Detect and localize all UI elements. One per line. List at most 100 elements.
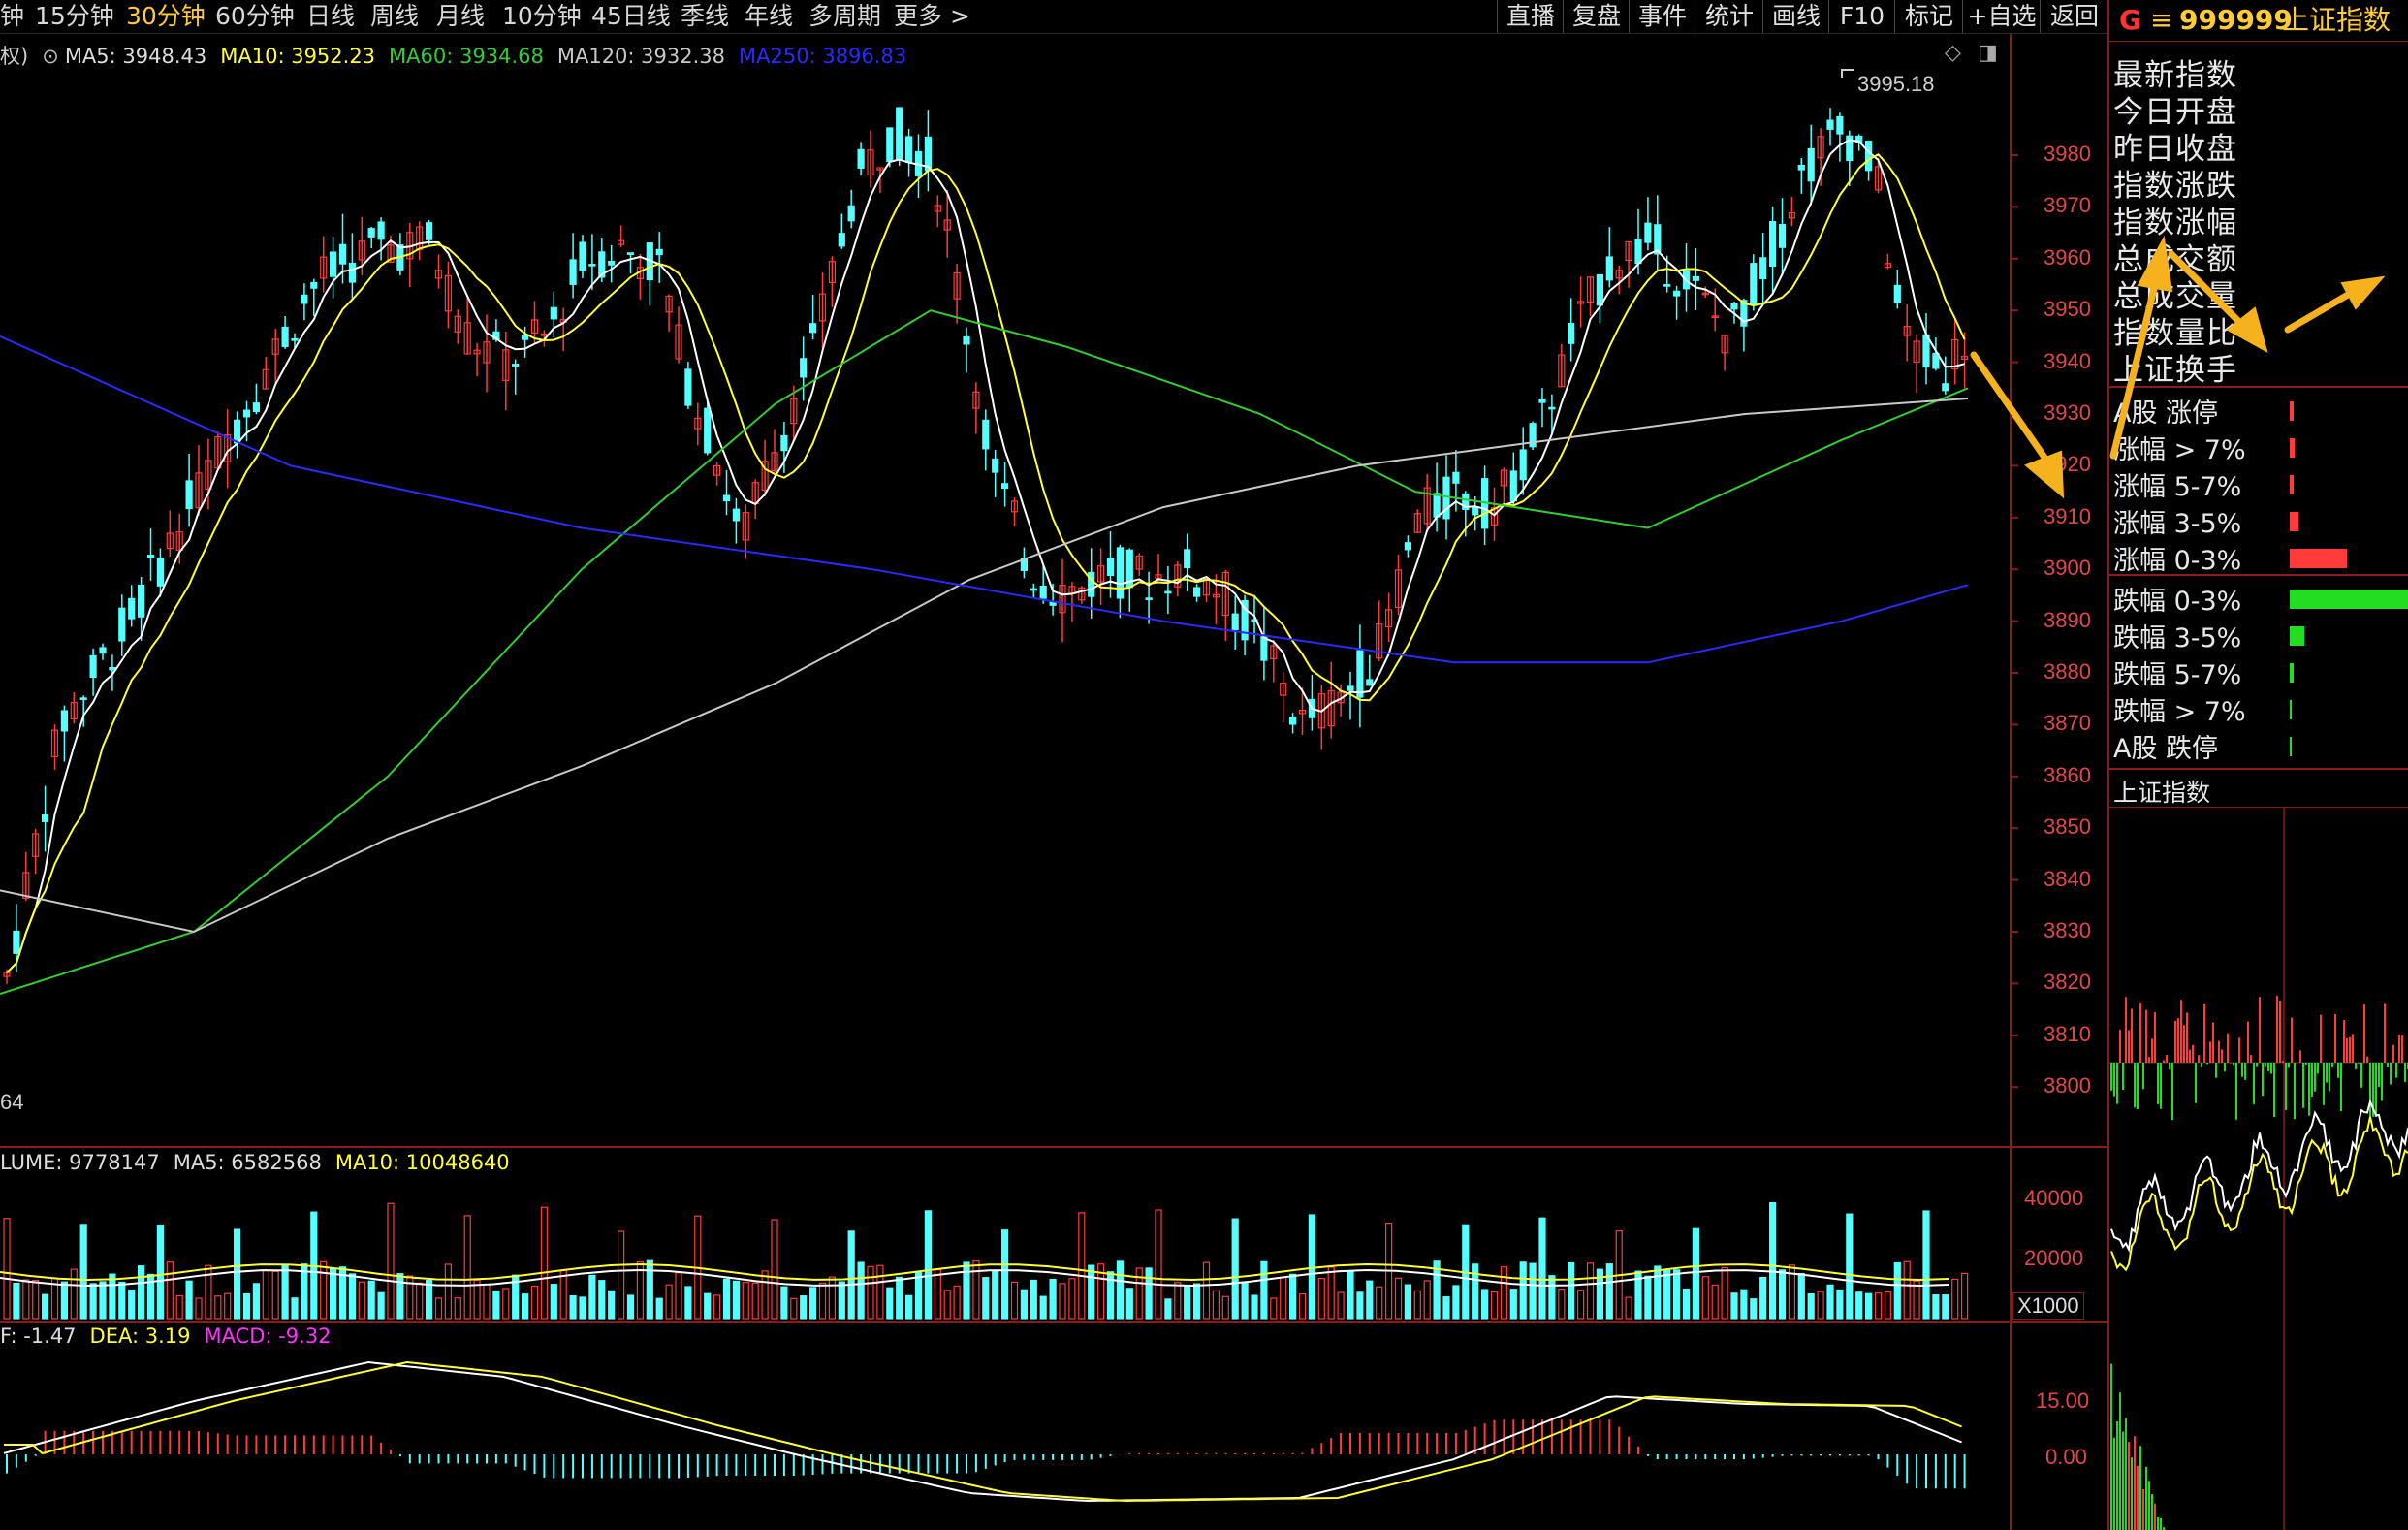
intraday-mini-chart[interactable]: [2109, 807, 2408, 1530]
volume-bar: [1654, 1265, 1662, 1320]
toolbar-button-4[interactable]: 画线: [1762, 0, 1829, 33]
volume-bar: [742, 1282, 749, 1320]
price-tick-label: 3810: [2044, 1021, 2091, 1046]
macd-legend: F: -1.47 DEA: 3.19 MACD: -9.32: [0, 1324, 345, 1348]
period-tab-12[interactable]: 更多 >: [894, 0, 970, 33]
volume-bar: [224, 1292, 232, 1320]
volume-bar: [704, 1292, 712, 1320]
volume-bar: [348, 1273, 356, 1320]
volume-bar: [1174, 1282, 1182, 1320]
period-tab-5[interactable]: 周线: [370, 0, 419, 33]
period-tab-8[interactable]: 45日线: [591, 0, 671, 33]
settings-icon[interactable]: ⊙: [42, 45, 59, 68]
toolbar-button-3[interactable]: 统计: [1695, 0, 1763, 33]
volume-bar: [118, 1281, 126, 1320]
volume-bar: [1932, 1294, 1940, 1320]
kline-chart[interactable]: [0, 0, 2107, 1530]
moving-average-lines: [0, 139, 1969, 996]
high-price-label: 3995.18: [1857, 72, 1935, 96]
legend-ma10: MA10: 3952.23: [220, 45, 376, 68]
high-marker: [1841, 69, 1854, 78]
volume-bar: [617, 1230, 625, 1320]
period-tab-0[interactable]: 钟: [0, 0, 24, 33]
panel-toggle-icon[interactable]: ◨: [1978, 41, 1998, 65]
toolbar-button-7[interactable]: +自选: [1962, 0, 2041, 33]
volume-bar: [1423, 1280, 1431, 1320]
volume-bar: [109, 1273, 116, 1320]
period-tab-2[interactable]: 30分钟: [126, 0, 206, 33]
volume-bar: [1116, 1260, 1125, 1320]
diamond-icon[interactable]: ◇: [1945, 41, 1961, 65]
volume-bar: [60, 1281, 69, 1320]
toolbar-button-5[interactable]: F10: [1828, 0, 1895, 33]
legend-ma250: MA250: 3896.83: [739, 45, 907, 68]
volume-bar: [1442, 1296, 1450, 1320]
volume-bar: [1500, 1266, 1508, 1320]
volume-bar: [1682, 1288, 1691, 1320]
rise-row-label: 涨幅 > 7%: [2113, 435, 2246, 465]
volume-bar: [1472, 1263, 1479, 1320]
candle-body: [1538, 398, 1546, 403]
rise-bar: [2290, 549, 2348, 568]
volume-bar: [1288, 1273, 1297, 1320]
volume-bar: [434, 1297, 443, 1320]
period-tab-4[interactable]: 日线: [306, 0, 355, 33]
period-tab-7[interactable]: 10分钟: [502, 0, 582, 33]
volume-bar: [722, 1278, 731, 1320]
price-tick-label: 3910: [2044, 503, 2091, 528]
volume-bar: [128, 1289, 136, 1320]
volume-bar: [857, 1261, 865, 1320]
volume-bar: [1817, 1291, 1824, 1320]
panel-header: G ≡ 999999 上证指数: [2109, 0, 2408, 41]
candle-body: [185, 480, 193, 510]
volume-bar: [808, 1287, 817, 1320]
volume-axis-20000: 20000: [2024, 1246, 2084, 1270]
toolbar-button-1[interactable]: 复盘: [1563, 0, 1630, 33]
volume-bar: [1184, 1285, 1191, 1320]
candle-body: [579, 241, 586, 271]
toolbar-button-8[interactable]: 返回: [2040, 0, 2108, 33]
period-tab-11[interactable]: 多周期: [808, 0, 881, 33]
main-legend: 权) ⊙ MA5: 3948.43 MA10: 3952.23 MA60: 3934.6…: [0, 41, 920, 70]
macd-line: [4, 1360, 1962, 1503]
toolbar-button-0[interactable]: 直播: [1497, 0, 1564, 33]
volume-bar: [166, 1261, 174, 1320]
volume-bar: [550, 1284, 557, 1320]
volume-bar: [598, 1280, 606, 1320]
volume-bar: [1778, 1269, 1787, 1320]
candle-body: [99, 647, 107, 654]
toolbar-button-2[interactable]: 事件: [1629, 0, 1695, 33]
price-tick-label: 3860: [2044, 762, 2091, 787]
volume-bar: [579, 1296, 586, 1320]
volume-bar: [1010, 1281, 1019, 1320]
period-tab-1[interactable]: 15分钟: [35, 0, 114, 33]
period-tab-3[interactable]: 60分钟: [215, 0, 295, 33]
volume-bar: [41, 1293, 49, 1320]
period-tab-9[interactable]: 季线: [681, 0, 729, 33]
toolbar-button-6[interactable]: 标记: [1894, 0, 1963, 33]
candle-body: [109, 666, 116, 671]
legend-ma5: MA5: 3948.43: [64, 45, 207, 68]
volume-bar: [1490, 1291, 1499, 1320]
candle-body: [242, 409, 251, 418]
volume-bar: [3, 1218, 11, 1320]
volume-bar: [655, 1297, 663, 1320]
menu-icon[interactable]: ≡: [2150, 0, 2172, 41]
period-tab-6[interactable]: 月线: [436, 0, 485, 33]
volume-ma5: MA5: 6582568: [173, 1151, 322, 1174]
price-tick-label: 3900: [2044, 556, 2091, 581]
volume-bar: [1337, 1291, 1345, 1320]
period-tab-10[interactable]: 年线: [745, 0, 793, 33]
candle-body: [732, 508, 741, 522]
volume-bar: [790, 1297, 798, 1320]
candle-body: [1644, 222, 1652, 243]
candle-body: [1864, 140, 1873, 172]
candle-body: [569, 259, 577, 285]
price-axis-ticks: [2011, 154, 2018, 1089]
volume-bar: [828, 1276, 837, 1320]
candle-body: [608, 261, 616, 266]
candle-body: [655, 248, 663, 256]
ma-line: [0, 309, 1969, 996]
volume-bar: [1155, 1209, 1162, 1320]
candle-body: [982, 419, 990, 450]
